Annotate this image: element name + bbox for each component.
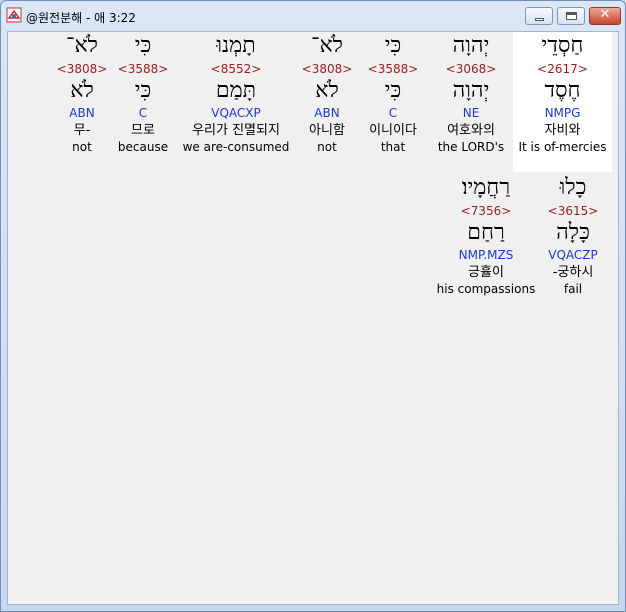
strong-number[interactable]: <3068> [428,62,514,76]
lemma: חֶסֶד [544,78,581,103]
english-gloss: fail [563,282,583,296]
korean-gloss: 긍휼이 [468,265,504,280]
morphology: VQACZP [548,248,598,262]
english-gloss: we are-consumed [182,140,290,154]
word-cell[interactable]: כִּי <3588> כִּי C 므로 because [114,32,172,172]
close-icon: ✕ [599,7,611,22]
analysis-pane: חַסְדֵי <2617> חֶסֶד NMPG 자비와 It is of-m… [7,31,619,605]
korean-gloss: 이니이다 [369,123,417,138]
word-cell[interactable]: כָלוּ <3615> כָּלָה VQACZP -궁하시 fail [538,174,608,314]
english-gloss: not [72,140,92,154]
morphology: ABN [69,106,95,120]
morphology: NMP.MZS [458,248,514,262]
korean-gloss: 자비와 [544,123,581,138]
app-window: @원전분해 - 애 3:22 ✕ חַסְדֵי <2617> חֶסֶד NM… [0,0,626,612]
korean-gloss: 우리가 진멸되지 [192,123,280,138]
english-gloss: It is of-mercies [518,140,607,154]
hebrew-word: כָלוּ [559,175,587,200]
lemma: לֹא [70,78,94,103]
word-cell[interactable]: תָמְנוּ <8552> תָּמַם VQACXP 우리가 진멸되지 we… [178,32,294,172]
english-gloss: not [317,140,337,154]
korean-gloss: 무- [73,123,91,138]
hebrew-word: תָמְנוּ [216,33,256,58]
morphology: VQACXP [211,106,261,120]
korean-gloss: -궁하시 [552,265,594,280]
korean-gloss: 여호와의 [447,123,495,138]
hebrew-word: יְהוָה [452,33,490,58]
lemma: לֹא [315,78,339,103]
morphology: NE [462,106,480,120]
lemma: כִּי [384,78,402,103]
english-gloss: because [117,140,169,154]
hebrew-word: חַסְדֵי [541,33,584,58]
morphology: C [388,106,398,120]
title-bar[interactable]: @원전분해 - 애 3:22 ✕ [1,1,625,31]
minimize-icon [535,18,544,21]
lemma: רַחַם [467,220,505,245]
lemma: כָּלָה [556,220,590,245]
strong-number[interactable]: <2617> [513,62,612,76]
strong-number[interactable]: <8552> [178,62,294,76]
lemma: כִּי [134,78,152,103]
morphology: C [138,106,148,120]
strong-number[interactable]: <3808> [298,62,356,76]
word-cell[interactable]: חַסְדֵי <2617> חֶסֶד NMPG 자비와 It is of-m… [513,32,612,172]
word-cell[interactable]: לֹא־ <3808> לֹא ABN 무- not [54,32,110,172]
word-cell[interactable]: רַחֲמָיו׃ <7356> רַחַם NMP.MZS 긍휼이 his c… [432,174,540,314]
hebrew-word: כִּי [134,33,152,58]
english-gloss: his compassions [436,282,536,296]
maximize-button[interactable] [557,7,585,25]
english-gloss: that [380,140,406,154]
lemma: תָּמַם [215,78,257,103]
strong-number[interactable]: <3808> [54,62,110,76]
hebrew-word: כִּי [384,33,402,58]
word-cell[interactable]: יְהוָה <3068> יְהוָה NE 여호와의 the LORD's [428,32,514,172]
strong-number[interactable]: <3615> [538,204,608,218]
word-cell[interactable]: כִּי <3588> כִּי C 이니이다 that [358,32,428,172]
morphology: ABN [314,106,340,120]
hebrew-word: לֹא־ [66,33,98,58]
korean-gloss: 므로 [131,123,155,138]
minimize-button[interactable] [525,7,553,25]
app-icon [6,7,22,23]
hebrew-word: רַחֲמָיו׃ [461,175,511,200]
close-button[interactable]: ✕ [589,7,621,25]
korean-gloss: 아니함 [309,123,345,138]
strong-number[interactable]: <3588> [114,62,172,76]
strong-number[interactable]: <3588> [358,62,428,76]
window-title: @원전분해 - 애 3:22 [26,11,136,25]
hebrew-word: לֹא־ [311,33,343,58]
english-gloss: the LORD's [437,140,505,154]
word-cell[interactable]: לֹא־ <3808> לֹא ABN 아니함 not [298,32,356,172]
lemma: יְהוָה [452,78,490,103]
morphology: NMPG [544,106,581,120]
strong-number[interactable]: <7356> [432,204,540,218]
maximize-icon [566,12,577,20]
